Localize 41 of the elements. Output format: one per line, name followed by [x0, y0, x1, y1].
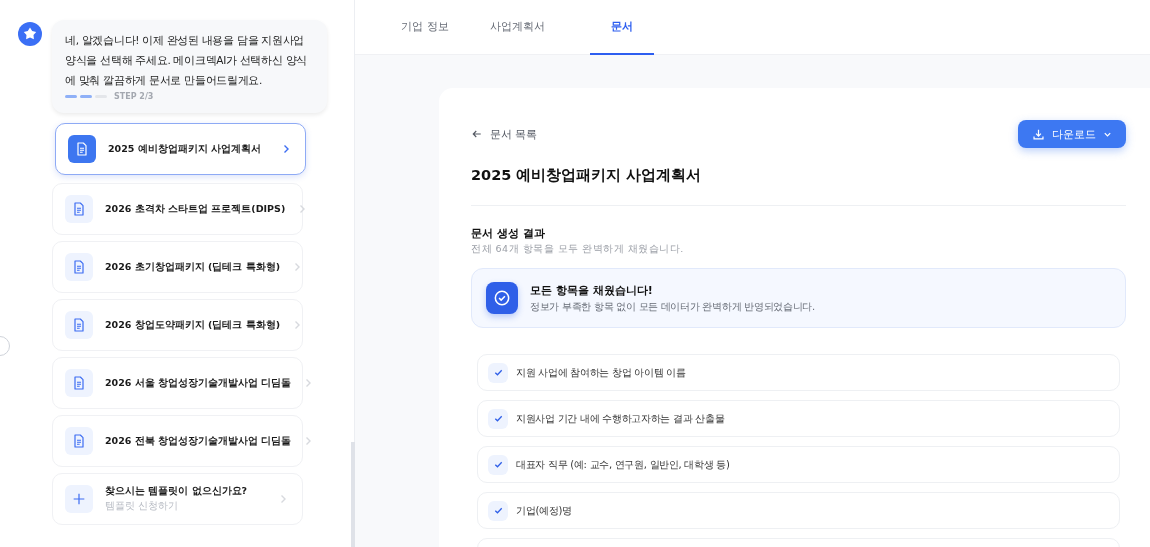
item-label: 대표자 직무 (예: 교수, 연구원, 일반인, 대학생 등) — [516, 457, 730, 472]
tab[interactable]: 사업계획서 — [465, 0, 570, 55]
template-item[interactable]: 2026 초기창업패키지 (딥테크 특화형) — [52, 241, 303, 293]
chat-message: 네, 알겠습니다! 이제 완성된 내용을 담을 지원사업 양식을 선택해 주세요. 메이크덱AI가 선택하신 양식에 맞춰 깔끔하게 문서로 만들어드릴게요. — [65, 33, 308, 88]
template-item[interactable]: 2026 초격차 스타트업 프로젝트(DIPS) — [52, 183, 303, 235]
template-item[interactable]: 2025 예비창업패키지 사업계획서 — [55, 123, 306, 175]
document-title: 2025 예비창업패키지 사업계획서 — [471, 166, 703, 185]
template-title: 2026 전북 창업성장기술개발사업 디딤돌 — [105, 434, 292, 448]
template-title: 2025 예비창업패키지 사업계획서 — [108, 142, 263, 156]
step-label: STEP 2/3 — [114, 92, 154, 101]
item-label: 지원사업 기간 내에 수행하고자하는 결과 산출물 — [516, 411, 725, 426]
tab[interactable]: 기업 정보 — [385, 0, 465, 55]
document-icon — [65, 427, 93, 455]
item-label: 지원 사업에 참여하는 창업 아이템 이름 — [516, 365, 686, 380]
download-icon — [1032, 127, 1045, 141]
chevron-right-icon — [278, 494, 288, 504]
download-button[interactable]: 다운로드 — [1018, 120, 1126, 148]
template-title: 2026 서울 창업성장기술개발사업 디딤돌 — [105, 376, 292, 390]
back-link[interactable]: 문서 목록 — [471, 126, 538, 142]
banner-title: 모든 항목을 채웠습니다! — [530, 282, 654, 298]
item-label: 기업(예정)명 — [516, 503, 572, 518]
document-icon — [65, 253, 93, 281]
template-item[interactable]: 찾으시는 템플릿이 없으신가요? 템플릿 신청하기 — [52, 473, 303, 525]
template-title: 2026 초기창업패키지 (딥테크 특화형) — [105, 260, 281, 274]
section-title: 문서 생성 결과 — [471, 226, 546, 241]
template-title: 찾으시는 템플릿이 없으신가요? — [105, 485, 249, 498]
document-icon — [65, 369, 93, 397]
document-icon — [65, 311, 93, 339]
section-subtitle: 전체 64개 항목을 모두 완벽하게 채웠습니다. — [471, 243, 685, 256]
tab[interactable]: 문서 — [590, 0, 654, 55]
assistant-avatar-icon — [18, 22, 42, 46]
template-item[interactable]: 2026 창업도약패키지 (딥테크 특화형) — [52, 299, 303, 351]
banner-text: 정보가 부족한 항목 없이 모든 데이터가 완벽하게 반영되었습니다. — [530, 299, 815, 314]
template-title: 2026 창업도약패키지 (딥테크 특화형) — [105, 318, 281, 332]
chevron-right-icon — [281, 144, 291, 154]
template-subtitle: 템플릿 신청하기 — [105, 500, 180, 513]
arrow-left-icon — [471, 128, 483, 140]
plus-icon — [65, 485, 93, 513]
document-icon — [68, 135, 96, 163]
template-title: 2026 초격차 스타트업 프로젝트(DIPS) — [105, 202, 286, 216]
document-icon — [65, 195, 93, 223]
